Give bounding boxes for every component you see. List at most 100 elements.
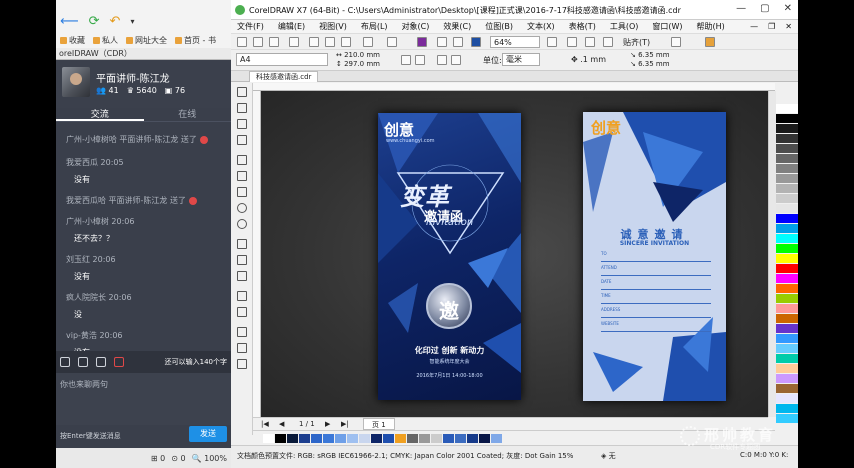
color-profile-status[interactable]: 文档颜色预置文件: RGB: sRGB IEC61966-2.1; CMYK: … xyxy=(237,451,573,461)
guidelines-icon[interactable] xyxy=(603,37,613,47)
palette-swatch[interactable] xyxy=(776,264,798,273)
transparency-icon[interactable] xyxy=(237,307,247,317)
new-icon[interactable] xyxy=(237,37,247,47)
fullscreen-icon[interactable] xyxy=(547,37,557,47)
document-swatch[interactable] xyxy=(491,434,502,443)
palette-swatch[interactable] xyxy=(776,144,798,153)
snap-to-dropdown[interactable]: 贴齐(T) xyxy=(623,37,650,48)
palette-swatch[interactable] xyxy=(776,164,798,173)
palette-swatch[interactable] xyxy=(776,214,798,223)
undo-icon[interactable]: ↶ xyxy=(110,14,121,29)
dropdown-icon[interactable]: ▾ xyxy=(130,17,134,26)
close-icon[interactable]: ✕ xyxy=(785,20,792,33)
status-item[interactable]: ⊙ 0 xyxy=(171,454,185,463)
print-icon[interactable] xyxy=(289,37,299,47)
menu-file[interactable]: 文件(F) xyxy=(237,20,264,33)
palette-swatch[interactable] xyxy=(776,154,798,163)
document-swatch[interactable] xyxy=(335,434,346,443)
document-swatch[interactable] xyxy=(275,434,286,443)
connector-tool-icon[interactable] xyxy=(237,271,247,281)
drop-shadow-icon[interactable] xyxy=(237,291,247,301)
bookmark-sites[interactable]: 网址大全 xyxy=(126,35,167,46)
page-width[interactable]: ↔ 210.0 mm xyxy=(336,51,380,60)
minimize-icon[interactable]: — xyxy=(750,20,758,33)
page-tab[interactable]: 页 1 xyxy=(363,418,395,430)
landscape-icon[interactable] xyxy=(415,55,425,65)
publish-pdf-icon[interactable] xyxy=(471,37,481,47)
interactive-fill-icon[interactable] xyxy=(237,343,247,353)
palette-swatch[interactable] xyxy=(776,324,798,333)
grid-icon[interactable] xyxy=(585,37,595,47)
current-page-icon[interactable] xyxy=(451,55,461,65)
crop-tool-icon[interactable] xyxy=(237,119,247,129)
last-page-icon[interactable]: ▶| xyxy=(341,418,349,430)
artistic-media-icon[interactable] xyxy=(237,171,247,181)
document-swatch[interactable] xyxy=(299,434,310,443)
document-swatch[interactable] xyxy=(371,434,382,443)
document-swatch[interactable] xyxy=(467,434,478,443)
document-swatch[interactable] xyxy=(311,434,322,443)
maximize-icon[interactable]: ▢ xyxy=(760,3,769,14)
palette-swatch[interactable] xyxy=(776,274,798,283)
document-swatch[interactable] xyxy=(455,434,466,443)
redo-icon[interactable] xyxy=(387,37,397,47)
palette-swatch[interactable] xyxy=(776,204,798,213)
gift-icon[interactable] xyxy=(114,357,124,367)
drawing-canvas[interactable]: 创意 www.chuangyi.com 变革 邀请函 Invitation 邀 … xyxy=(261,91,768,417)
palette-swatch[interactable] xyxy=(776,234,798,243)
parallel-dimension-icon[interactable] xyxy=(237,255,247,265)
menu-view[interactable]: 视图(V) xyxy=(319,20,347,33)
palette-swatch[interactable] xyxy=(776,314,798,323)
palette-swatch[interactable] xyxy=(776,224,798,233)
palette-swatch[interactable] xyxy=(776,254,798,263)
document-swatch[interactable] xyxy=(383,434,394,443)
tab-online[interactable]: 在线 xyxy=(144,108,232,121)
search-content-icon[interactable] xyxy=(417,37,427,47)
palette-swatch[interactable] xyxy=(776,244,798,253)
invitation-front[interactable]: 创意 www.chuangyi.com 变革 邀请函 Invitation 邀 … xyxy=(378,113,521,400)
export-icon[interactable] xyxy=(453,37,463,47)
palette-swatch[interactable] xyxy=(776,134,798,143)
send-button[interactable]: 发送 xyxy=(189,426,227,442)
shape-tool-icon[interactable] xyxy=(237,103,247,113)
flower-icon[interactable] xyxy=(78,357,88,367)
status-item[interactable]: ⊞ 0 xyxy=(151,454,165,463)
emoji-icon[interactable] xyxy=(60,357,70,367)
next-page-icon[interactable]: ▶ xyxy=(325,418,330,430)
bookmark-private[interactable]: 私人 xyxy=(93,35,118,46)
palette-swatch[interactable] xyxy=(776,304,798,313)
palette-swatch[interactable] xyxy=(776,334,798,343)
bookmark-home[interactable]: 首页 - 书 xyxy=(175,35,216,46)
palette-swatch[interactable] xyxy=(776,414,798,423)
menu-text[interactable]: 文本(X) xyxy=(527,20,555,33)
palette-swatch[interactable] xyxy=(776,194,798,203)
page-size-select[interactable]: A4 xyxy=(236,53,328,66)
tab-chat[interactable]: 交流 xyxy=(56,108,144,121)
text-tool-icon[interactable] xyxy=(237,239,247,249)
palette-swatch[interactable] xyxy=(776,174,798,183)
document-swatch[interactable] xyxy=(323,434,334,443)
document-swatch[interactable] xyxy=(359,434,370,443)
rectangle-tool-icon[interactable] xyxy=(237,187,247,197)
document-swatch[interactable] xyxy=(263,434,274,443)
document-swatch[interactable] xyxy=(347,434,358,443)
rulers-icon[interactable] xyxy=(567,37,577,47)
menu-bitmaps[interactable]: 位图(B) xyxy=(485,20,513,33)
menu-window[interactable]: 窗口(W) xyxy=(652,20,682,33)
palette-swatch[interactable] xyxy=(776,104,798,113)
restore-icon[interactable]: ❐ xyxy=(768,20,775,33)
all-pages-icon[interactable] xyxy=(437,55,447,65)
prev-page-icon[interactable]: ◀ xyxy=(279,418,284,430)
menu-table[interactable]: 表格(T) xyxy=(569,20,596,33)
palette-swatch[interactable] xyxy=(776,114,798,123)
freehand-tool-icon[interactable] xyxy=(237,155,247,165)
palette-swatch[interactable] xyxy=(776,404,798,413)
units-select[interactable]: 毫米 xyxy=(502,53,540,66)
zoom-tool-icon[interactable] xyxy=(237,135,247,145)
close-icon[interactable]: ✕ xyxy=(784,3,792,14)
menu-edit[interactable]: 编辑(E) xyxy=(278,20,305,33)
portrait-icon[interactable] xyxy=(401,55,411,65)
browser-tab[interactable]: oreIDRAW（CDR） xyxy=(56,48,231,60)
duplicate-x[interactable]: ↘ 6.35 mm xyxy=(630,51,670,60)
palette-swatch[interactable] xyxy=(776,364,798,373)
